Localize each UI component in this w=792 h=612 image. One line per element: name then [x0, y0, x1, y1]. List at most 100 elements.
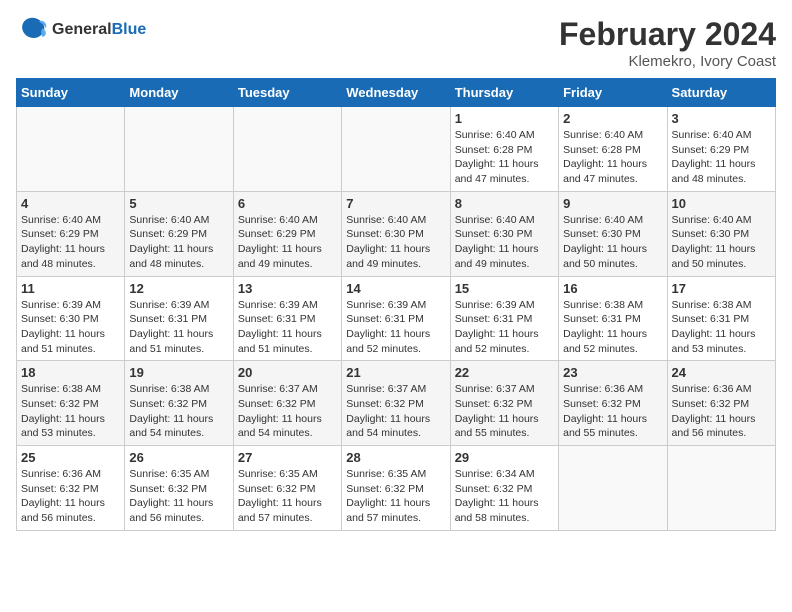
calendar-cell: 23 Sunrise: 6:36 AMSunset: 6:32 PMDayligh… — [559, 361, 667, 446]
calendar-cell: 10 Sunrise: 6:40 AMSunset: 6:30 PMDayligh… — [667, 191, 775, 276]
day-info: Sunrise: 6:39 AMSunset: 6:31 PMDaylight:… — [346, 298, 445, 357]
day-number: 11 — [21, 281, 120, 296]
calendar-subtitle: Klemekro, Ivory Coast — [559, 53, 776, 70]
calendar-cell — [559, 446, 667, 531]
day-number: 27 — [238, 450, 337, 465]
header-saturday: Saturday — [667, 79, 775, 107]
calendar-header-row: Sunday Monday Tuesday Wednesday Thursday… — [17, 79, 776, 107]
day-number: 18 — [21, 365, 120, 380]
calendar-cell: 18 Sunrise: 6:38 AMSunset: 6:32 PMDayligh… — [17, 361, 125, 446]
header-sunday: Sunday — [17, 79, 125, 107]
calendar-cell: 4 Sunrise: 6:40 AMSunset: 6:29 PMDaylight… — [17, 191, 125, 276]
calendar-cell: 20Sunrise: 6:37 AMSunset: 6:32 PMDayligh… — [233, 361, 341, 446]
calendar-cell: 24 Sunrise: 6:36 AMSunset: 6:32 PMDayligh… — [667, 361, 775, 446]
day-number: 10 — [672, 196, 771, 211]
logo: GeneralBlue — [16, 16, 146, 44]
day-number: 12 — [129, 281, 228, 296]
calendar-table: Sunday Monday Tuesday Wednesday Thursday… — [16, 78, 776, 531]
calendar-cell: 9 Sunrise: 6:40 AMSunset: 6:30 PMDaylight… — [559, 191, 667, 276]
calendar-cell: 27 Sunrise: 6:35 AMSunset: 6:32 PMDayligh… — [233, 446, 341, 531]
day-info: Sunrise: 6:39 AMSunset: 6:31 PMDaylight:… — [238, 298, 337, 357]
page-header: GeneralBlue February 2024 Klemekro, Ivor… — [16, 16, 776, 70]
day-number: 16 — [563, 281, 662, 296]
day-info: Sunrise: 6:38 AMSunset: 6:32 PMDaylight:… — [21, 382, 120, 441]
day-info: Sunrise: 6:38 AMSunset: 6:31 PMDaylight:… — [672, 298, 771, 357]
header-wednesday: Wednesday — [342, 79, 450, 107]
calendar-week-4: 25 Sunrise: 6:36 AMSunset: 6:32 PMDayligh… — [17, 446, 776, 531]
calendar-cell: 19 Sunrise: 6:38 AMSunset: 6:32 PMDayligh… — [125, 361, 233, 446]
day-info: Sunrise: 6:39 AMSunset: 6:31 PMDaylight:… — [455, 298, 554, 357]
day-number: 7 — [346, 196, 445, 211]
calendar-cell: 16 Sunrise: 6:38 AMSunset: 6:31 PMDayligh… — [559, 276, 667, 361]
calendar-cell: 21 Sunrise: 6:37 AMSunset: 6:32 PMDayligh… — [342, 361, 450, 446]
header-tuesday: Tuesday — [233, 79, 341, 107]
calendar-cell: 12 Sunrise: 6:39 AMSunset: 6:31 PMDayligh… — [125, 276, 233, 361]
day-number: 2 — [563, 111, 662, 126]
calendar-cell: 25 Sunrise: 6:36 AMSunset: 6:32 PMDayligh… — [17, 446, 125, 531]
day-number: 17 — [672, 281, 771, 296]
day-number: 5 — [129, 196, 228, 211]
calendar-cell: 2 Sunrise: 6:40 AMSunset: 6:28 PMDaylight… — [559, 107, 667, 192]
calendar-cell: 7 Sunrise: 6:40 AMSunset: 6:30 PMDaylight… — [342, 191, 450, 276]
calendar-cell: 29Sunrise: 6:34 AMSunset: 6:32 PMDayligh… — [450, 446, 558, 531]
day-info: Sunrise: 6:39 AMSunset: 6:31 PMDaylight:… — [129, 298, 228, 357]
calendar-week-0: 1 Sunrise: 6:40 AMSunset: 6:28 PMDaylight… — [17, 107, 776, 192]
day-number: 15 — [455, 281, 554, 296]
logo-text: GeneralBlue — [52, 21, 146, 39]
logo-icon — [16, 16, 48, 44]
day-info: Sunrise: 6:40 AMSunset: 6:29 PMDaylight:… — [129, 213, 228, 272]
calendar-cell: 5 Sunrise: 6:40 AMSunset: 6:29 PMDaylight… — [125, 191, 233, 276]
day-number: 14 — [346, 281, 445, 296]
day-info: Sunrise: 6:40 AMSunset: 6:29 PMDaylight:… — [21, 213, 120, 272]
day-number: 24 — [672, 365, 771, 380]
calendar-cell: 15 Sunrise: 6:39 AMSunset: 6:31 PMDayligh… — [450, 276, 558, 361]
day-number: 8 — [455, 196, 554, 211]
day-number: 9 — [563, 196, 662, 211]
header-monday: Monday — [125, 79, 233, 107]
day-info: Sunrise: 6:36 AMSunset: 6:32 PMDaylight:… — [672, 382, 771, 441]
day-info: Sunrise: 6:37 AMSunset: 6:32 PMDaylight:… — [346, 382, 445, 441]
day-number: 23 — [563, 365, 662, 380]
calendar-title: February 2024 — [559, 16, 776, 53]
day-info: Sunrise: 6:35 AMSunset: 6:32 PMDaylight:… — [129, 467, 228, 526]
calendar-week-1: 4 Sunrise: 6:40 AMSunset: 6:29 PMDaylight… — [17, 191, 776, 276]
day-info: Sunrise: 6:36 AMSunset: 6:32 PMDaylight:… — [21, 467, 120, 526]
day-info: Sunrise: 6:40 AMSunset: 6:30 PMDaylight:… — [672, 213, 771, 272]
day-info: Sunrise: 6:40 AMSunset: 6:30 PMDaylight:… — [563, 213, 662, 272]
calendar-cell: 3Sunrise: 6:40 AMSunset: 6:29 PMDaylight… — [667, 107, 775, 192]
day-info: Sunrise: 6:38 AMSunset: 6:31 PMDaylight:… — [563, 298, 662, 357]
day-number: 13 — [238, 281, 337, 296]
day-number: 6 — [238, 196, 337, 211]
day-info: Sunrise: 6:40 AMSunset: 6:29 PMDaylight:… — [672, 128, 771, 187]
calendar-cell: 14 Sunrise: 6:39 AMSunset: 6:31 PMDayligh… — [342, 276, 450, 361]
day-number: 4 — [21, 196, 120, 211]
day-info: Sunrise: 6:36 AMSunset: 6:32 PMDaylight:… — [563, 382, 662, 441]
header-thursday: Thursday — [450, 79, 558, 107]
day-info: Sunrise: 6:40 AMSunset: 6:30 PMDaylight:… — [455, 213, 554, 272]
calendar-cell: 26Sunrise: 6:35 AMSunset: 6:32 PMDayligh… — [125, 446, 233, 531]
day-info: Sunrise: 6:38 AMSunset: 6:32 PMDaylight:… — [129, 382, 228, 441]
day-info: Sunrise: 6:40 AMSunset: 6:29 PMDaylight:… — [238, 213, 337, 272]
day-number: 19 — [129, 365, 228, 380]
calendar-cell — [342, 107, 450, 192]
day-info: Sunrise: 6:35 AMSunset: 6:32 PMDaylight:… — [238, 467, 337, 526]
calendar-cell — [233, 107, 341, 192]
day-info: Sunrise: 6:40 AMSunset: 6:28 PMDaylight:… — [563, 128, 662, 187]
day-number: 25 — [21, 450, 120, 465]
day-info: Sunrise: 6:39 AMSunset: 6:30 PMDaylight:… — [21, 298, 120, 357]
calendar-cell: 28Sunrise: 6:35 AMSunset: 6:32 PMDayligh… — [342, 446, 450, 531]
calendar-cell — [125, 107, 233, 192]
calendar-cell: 1 Sunrise: 6:40 AMSunset: 6:28 PMDaylight… — [450, 107, 558, 192]
day-number: 21 — [346, 365, 445, 380]
header-friday: Friday — [559, 79, 667, 107]
day-number: 1 — [455, 111, 554, 126]
calendar-week-3: 18 Sunrise: 6:38 AMSunset: 6:32 PMDayligh… — [17, 361, 776, 446]
calendar-cell: 17 Sunrise: 6:38 AMSunset: 6:31 PMDayligh… — [667, 276, 775, 361]
day-number: 22 — [455, 365, 554, 380]
day-info: Sunrise: 6:40 AMSunset: 6:28 PMDaylight:… — [455, 128, 554, 187]
calendar-cell: 11 Sunrise: 6:39 AMSunset: 6:30 PMDayligh… — [17, 276, 125, 361]
day-info: Sunrise: 6:37 AMSunset: 6:32 PMDaylight:… — [238, 382, 337, 441]
day-number: 29 — [455, 450, 554, 465]
calendar-cell — [17, 107, 125, 192]
day-info: Sunrise: 6:40 AMSunset: 6:30 PMDaylight:… — [346, 213, 445, 272]
